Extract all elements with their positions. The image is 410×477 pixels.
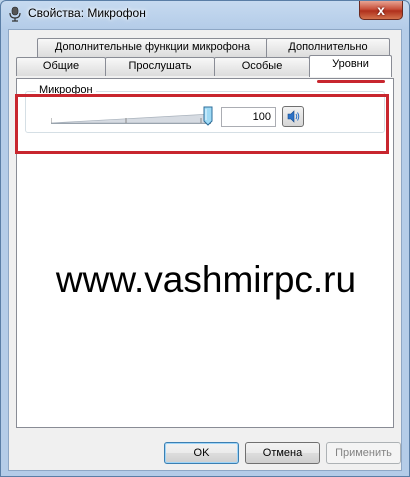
group-label: Микрофон	[36, 84, 96, 96]
slider-thumb[interactable]	[203, 106, 213, 126]
level-value-input[interactable]: 100	[221, 107, 276, 127]
microphone-level-group: Микрофон 100	[25, 84, 385, 133]
tab-custom[interactable]: Особые	[214, 57, 310, 76]
window-title: Свойства: Микрофон	[28, 6, 146, 20]
title-bar[interactable]: Свойства: Микрофон x	[1, 1, 409, 27]
ok-button[interactable]: OK	[164, 442, 239, 464]
cancel-button[interactable]: Отмена	[245, 442, 320, 464]
close-button[interactable]: x	[359, 1, 403, 20]
tab-general[interactable]: Общие	[16, 57, 106, 76]
watermark-text: www.vashmirpc.ru	[55, 259, 357, 300]
properties-window: Свойства: Микрофон x Дополнительные функ…	[0, 0, 410, 477]
annotation-underline	[317, 80, 385, 83]
level-slider[interactable]	[51, 112, 211, 124]
microphone-icon	[9, 6, 21, 22]
speaker-icon	[287, 110, 300, 123]
tab-advanced-mic-features[interactable]: Дополнительные функции микрофона	[37, 38, 268, 57]
mute-button[interactable]	[282, 106, 304, 127]
levels-panel: Микрофон 100 www.vashmirpc.ru	[16, 78, 394, 428]
dialog-client: Дополнительные функции микрофона Дополни…	[8, 29, 402, 471]
tab-listen[interactable]: Прослушать	[105, 57, 215, 76]
apply-button[interactable]: Применить	[326, 442, 401, 464]
tab-levels[interactable]: Уровни	[309, 55, 392, 77]
close-icon: x	[377, 2, 385, 18]
